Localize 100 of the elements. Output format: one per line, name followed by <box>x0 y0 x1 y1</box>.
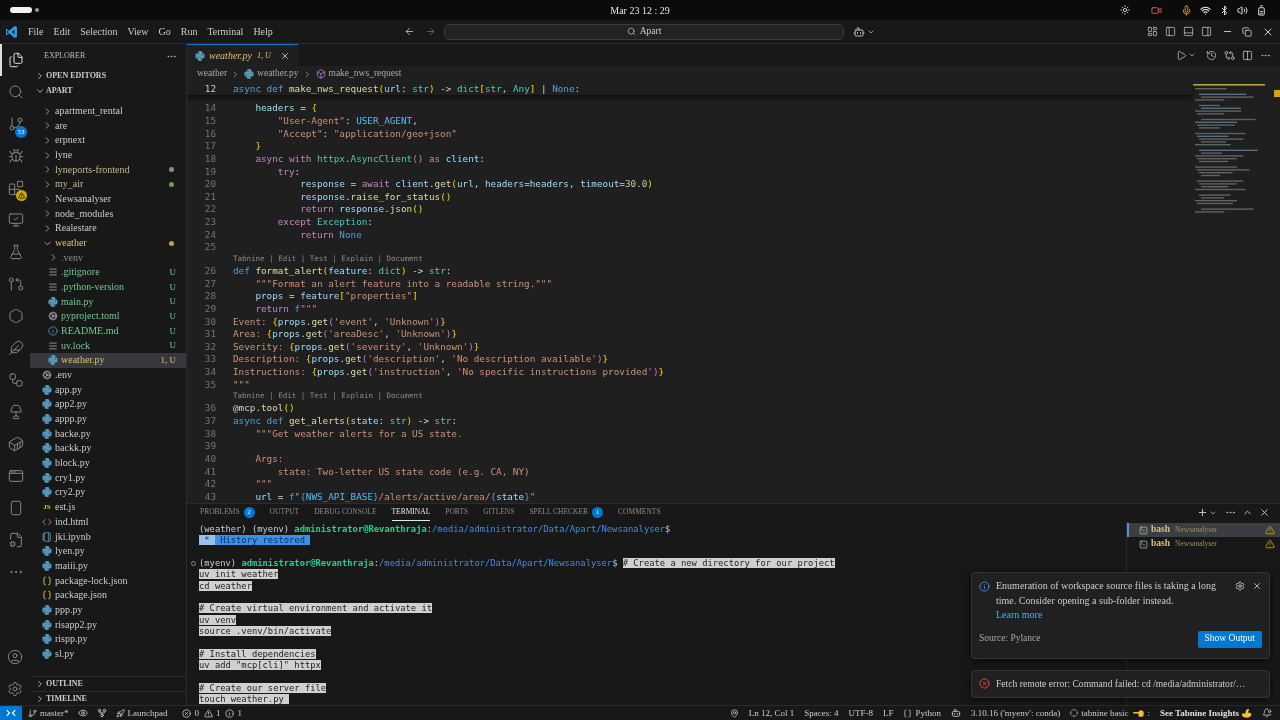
line-number: 31 <box>203 329 216 339</box>
tree-item[interactable]: block.py <box>30 455 186 471</box>
tree-item[interactable]: uv.lock U <box>30 338 186 354</box>
tree-item[interactable]: risapp2.py <box>30 617 186 632</box>
menu-item[interactable]: Terminal <box>207 26 244 37</box>
menu-item[interactable]: Selection <box>80 26 118 37</box>
section-header[interactable]: OUTLINE <box>30 677 186 691</box>
launchpad-status[interactable]: Launchpad <box>115 708 168 718</box>
eye-icon[interactable] <box>77 708 88 718</box>
menu-item[interactable]: Help <box>253 26 273 37</box>
section-header[interactable]: OPEN EDITORS <box>30 68 186 83</box>
tree-item[interactable]: maiii.py <box>30 558 186 574</box>
tree-item[interactable]: my_air <box>30 177 186 192</box>
panel-left-icon[interactable] <box>1165 26 1176 37</box>
menu-item[interactable]: File <box>28 26 44 37</box>
tree-item[interactable]: apartment_rental <box>30 103 186 119</box>
compare-icon[interactable] <box>1224 49 1235 61</box>
tree-item[interactable]: are <box>30 118 186 134</box>
settings-icon[interactable] <box>1235 581 1245 591</box>
restore-icon[interactable] <box>1242 26 1252 37</box>
section-header[interactable]: TIMELINE <box>30 692 186 705</box>
language-status[interactable]: Python <box>903 708 941 718</box>
tree-item[interactable]: pyproject.toml U <box>30 309 186 324</box>
tree-item[interactable]: README.md U <box>30 323 186 339</box>
show-output-button[interactable]: Show Output <box>1197 630 1262 648</box>
indentation-status[interactable]: Spaces: 4 <box>804 708 839 718</box>
tree-item[interactable]: cry2.py <box>30 485 186 500</box>
debug-icon <box>8 148 24 164</box>
tree-item[interactable]: Realestare <box>30 221 186 236</box>
learn-more-link[interactable]: Learn more <box>996 609 1043 620</box>
breadcrumb-item[interactable]: weather.py <box>244 69 299 79</box>
tabnine-insights-status[interactable]: See Tabnine Insights <box>1159 708 1252 718</box>
run-icon[interactable] <box>1176 49 1187 61</box>
menu-item[interactable]: Go <box>158 26 171 37</box>
fork-icon[interactable] <box>96 708 107 718</box>
bell-icon[interactable] <box>1262 708 1272 718</box>
command-center-search[interactable]: Apart <box>444 23 844 40</box>
chat-menu-button[interactable] <box>853 25 875 38</box>
tree-item[interactable]: ind.html <box>30 514 186 530</box>
tree-item[interactable]: backe.py <box>30 426 186 442</box>
back-arrow-icon[interactable] <box>404 26 415 37</box>
tree-item[interactable]: weather.py 1, U <box>30 353 186 368</box>
encoding-status[interactable]: UTF-8 <box>848 708 873 718</box>
interpreter-status[interactable]: 3.10.16 ('myenv': conda) <box>970 708 1061 718</box>
tabnine-status[interactable]: tabnine basic : <box>1070 708 1150 718</box>
remote-button[interactable] <box>0 706 22 720</box>
tree-item[interactable]: .python-version U <box>30 279 186 295</box>
tree-item[interactable]: cry1.py <box>30 470 186 486</box>
section-header[interactable]: APART <box>30 83 186 98</box>
tree-item[interactable]: app2.py <box>30 397 186 412</box>
tree-item[interactable]: Newsanalyser <box>30 191 186 207</box>
tree-item[interactable]: jki.ipynb <box>30 529 186 544</box>
python-file-icon <box>42 619 52 630</box>
menu-item[interactable]: View <box>127 26 149 37</box>
cursor-position[interactable]: Ln 12, Col 1 <box>748 708 795 718</box>
battery-icon <box>1256 4 1267 16</box>
tree-item[interactable]: lyen.py <box>30 543 186 559</box>
panel-right-icon[interactable] <box>1201 26 1212 37</box>
menu-item[interactable]: Edit <box>53 26 71 37</box>
breadcrumb-item[interactable]: make_nws_request <box>315 69 402 79</box>
phone-icon <box>8 500 24 516</box>
tree-item[interactable]: .gitignore U <box>30 265 186 280</box>
line-ending-status[interactable]: LF <box>882 708 894 718</box>
close-icon[interactable] <box>1252 581 1262 591</box>
close-icon[interactable] <box>279 50 290 61</box>
tree-item[interactable]: lyneports-frontend <box>30 162 186 178</box>
tree-item[interactable]: package-lock.json <box>30 573 186 588</box>
tree-item[interactable]: app.py <box>30 382 186 398</box>
history-icon[interactable] <box>1206 49 1217 61</box>
tree-item[interactable]: node_modules <box>30 206 186 222</box>
pin-icon[interactable] <box>729 708 739 718</box>
tree-item[interactable]: lyne <box>30 147 186 163</box>
editor-tab[interactable]: weather.py 1, U <box>187 44 298 66</box>
hexagon-icon <box>8 308 24 324</box>
tree-item[interactable]: ppp.py <box>30 602 186 618</box>
tree-item[interactable]: appp.py <box>30 411 186 427</box>
tree-item[interactable]: sl.py <box>30 646 186 662</box>
chevron-down-icon[interactable] <box>1188 51 1196 59</box>
tree-item[interactable]: rispp.py <box>30 631 186 647</box>
branch-status[interactable]: master* <box>28 708 69 718</box>
forward-arrow-icon[interactable] <box>425 26 436 37</box>
tree-item[interactable]: weather <box>30 235 186 251</box>
bluetooth-icon <box>1219 4 1230 16</box>
split-editor-icon[interactable] <box>1242 49 1253 61</box>
python-file-icon <box>195 50 205 61</box>
problems-status[interactable]: 0 1 1 <box>182 708 242 718</box>
tree-item[interactable]: .venv <box>30 250 186 266</box>
tree-item[interactable]: .env <box>30 367 186 383</box>
close-icon[interactable] <box>1259 507 1270 518</box>
tree-item[interactable]: main.py U <box>30 294 186 310</box>
menu-item[interactable]: Run <box>180 26 198 37</box>
tree-item[interactable]: package.json <box>30 587 186 603</box>
line-number: 28 <box>203 291 216 301</box>
plus-icon[interactable] <box>1197 507 1208 518</box>
tree-item[interactable]: erpnext <box>30 133 186 148</box>
panel-bottom-icon[interactable] <box>1183 26 1194 37</box>
breadcrumb-item[interactable]: weather <box>197 69 228 79</box>
bot-icon[interactable] <box>950 708 961 718</box>
layout-icon[interactable] <box>1147 26 1158 37</box>
tree-item[interactable]: backk.py <box>30 441 186 456</box>
